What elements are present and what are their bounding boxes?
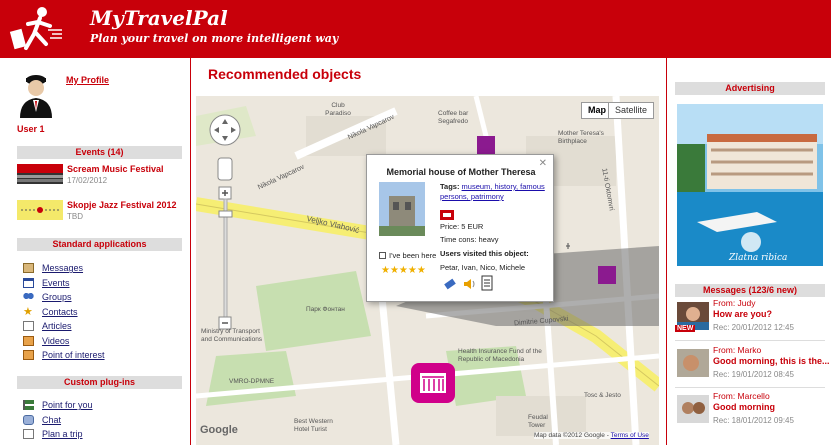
info-window-title: Memorial house of Mother Theresa	[386, 167, 536, 177]
standard-applications-heading: Standard applications	[17, 238, 182, 251]
message-item[interactable]: NEW From: Judy How are you? Rec: 20/01/2…	[675, 298, 831, 340]
message-item[interactable]: From: Marko Good morning, this is the...…	[675, 345, 831, 387]
map-label: Feudal Tower	[528, 414, 548, 429]
message-sender: From: Marko	[713, 345, 762, 355]
rating-stars[interactable]: ★★★★★	[381, 265, 426, 276]
svg-text:Zlatna ribica: Zlatna ribica	[728, 253, 787, 263]
map-label: Ministry of Transport and Communications	[201, 328, 263, 343]
object-time-cons: Time cons: heavy	[440, 235, 499, 244]
message-sender: From: Judy	[713, 298, 756, 308]
standard-applications-list: Messages Events Groups ★ Contacts Article…	[23, 261, 105, 363]
object-photo[interactable]	[379, 182, 425, 236]
map-label: Tosc & Jesto	[584, 392, 621, 399]
map-label: Mother Teresa's Birthplace	[558, 130, 604, 145]
users-visited-list: Petar, Ivan, Nico, Michele	[440, 263, 526, 272]
ticket-icon[interactable]	[443, 277, 457, 291]
event-thumbnail[interactable]	[17, 200, 63, 220]
sender-avatar[interactable]	[677, 395, 709, 423]
new-badge: NEW	[675, 325, 696, 332]
my-profile-link[interactable]: My Profile	[66, 75, 109, 85]
event-date: TBD	[67, 212, 83, 221]
custom-plugins-heading: Custom plug-ins	[17, 376, 182, 389]
users-visited-label: Users visited this object:	[440, 249, 529, 258]
gallery-icon[interactable]	[440, 210, 454, 220]
event-title[interactable]: Skopje Jazz Festival 2012	[67, 200, 177, 210]
map-type-satellite-button[interactable]: Satellite	[608, 102, 655, 119]
audio-icon[interactable]	[462, 277, 476, 291]
sender-avatar[interactable]	[677, 349, 709, 377]
info-window[interactable]: Memorial house of Mother Theresa ✕ Tags:…	[366, 154, 554, 302]
people-icon	[23, 292, 34, 303]
object-tags: Tags: museum, history, famous persons, p…	[440, 182, 545, 201]
signpost-icon	[23, 400, 34, 411]
map-view[interactable]: Club Paradiso Nikola Vapcarov Nikola Vap…	[196, 96, 659, 445]
sidebar-item-messages[interactable]: Messages	[23, 261, 105, 276]
event-title[interactable]: Scream Music Festival	[67, 164, 164, 174]
event-item[interactable]: Scream Music Festival 17/02/2012	[17, 164, 187, 188]
document-icon[interactable]	[481, 275, 493, 291]
custom-plugins-list: Point for you Chat Plan a trip	[23, 398, 93, 442]
event-item[interactable]: Skopje Jazz Festival 2012 TBD	[17, 200, 187, 224]
message-sender: From: Marcello	[713, 391, 770, 401]
plugin-item-point-for-you[interactable]: Point for you	[23, 398, 93, 413]
map-label: Club Paradiso	[325, 102, 351, 117]
object-price: Price: 5 EUR	[440, 222, 484, 231]
plugin-item-chat[interactable]: Chat	[23, 413, 93, 428]
calendar-icon	[23, 277, 34, 288]
message-subject[interactable]: How are you?	[713, 309, 772, 319]
sidebar-item-articles[interactable]: Articles	[23, 319, 105, 334]
page-title: Recommended objects	[208, 66, 362, 82]
map-label: Coffee bar Segafredo	[438, 110, 469, 125]
sidebar-item-events[interactable]: Events	[23, 276, 105, 291]
brand-name[interactable]: MyTravelPal	[90, 6, 228, 30]
traveler-logo-icon[interactable]	[6, 4, 66, 54]
google-logo[interactable]: Google	[200, 424, 238, 436]
event-thumbnail[interactable]	[17, 164, 63, 184]
map-label: Парк Фонтан	[306, 306, 345, 313]
message-item[interactable]: From: Marcello Good morning Rec: 18/01/2…	[675, 391, 831, 433]
message-date: Rec: 18/01/2012 09:45	[713, 416, 794, 425]
plugin-item-plan-a-trip[interactable]: Plan a trip	[23, 427, 93, 442]
envelope-icon	[23, 263, 34, 274]
film-icon	[23, 335, 34, 346]
map-label: Best Western Hotel Turist	[294, 418, 333, 433]
sidebar-item-groups[interactable]: Groups	[23, 290, 105, 305]
user-avatar[interactable]	[18, 70, 54, 118]
terms-of-use-link[interactable]: Terms of Use	[611, 432, 649, 439]
app-header: MyTravelPal Plan your travel on more int…	[0, 0, 831, 58]
divider	[675, 340, 825, 341]
map-label: VMRO-DPMNE	[229, 378, 275, 385]
message-subject[interactable]: Good morning	[713, 402, 775, 412]
left-sidebar: My Profile User 1 Events (14) Scream Mus…	[0, 58, 190, 445]
poi-icon	[23, 350, 34, 361]
message-date: Rec: 19/01/2012 08:45	[713, 370, 794, 379]
chat-icon	[23, 414, 34, 425]
event-date: 17/02/2012	[67, 176, 108, 185]
map-label: Health Insurance Fund of the Republic of…	[458, 348, 542, 363]
message-date: Rec: 20/01/2012 12:45	[713, 323, 794, 332]
sidebar-item-contacts[interactable]: ★ Contacts	[23, 305, 105, 320]
sidebar-item-videos[interactable]: Videos	[23, 334, 105, 349]
user-name: User 1	[17, 124, 45, 134]
divider	[675, 387, 825, 388]
brand-tagline: Plan your travel on more intelligent way	[90, 32, 339, 45]
star-contact-icon: ★	[23, 305, 33, 318]
checkbox[interactable]	[379, 252, 386, 259]
main-content: Recommended objects Club Paradiso Nikola…	[191, 58, 666, 445]
advertising-heading: Advertising	[675, 82, 825, 95]
ive-been-here-checkbox[interactable]: I've been here	[379, 251, 436, 260]
advertising-image[interactable]: Zlatna ribica	[677, 104, 823, 266]
close-icon[interactable]: ✕	[539, 158, 547, 169]
right-sidebar: Advertising Zlatna ribica Messages (123/…	[667, 58, 831, 445]
map-attribution: Map data ©2012 Google - Terms of Use	[534, 432, 649, 439]
events-heading[interactable]: Events (14)	[17, 146, 182, 159]
message-subject[interactable]: Good morning, this is the...	[713, 356, 830, 366]
messages-heading[interactable]: Messages (123/6 new)	[675, 284, 825, 297]
sidebar-item-point-of-interest[interactable]: Point of interest	[23, 348, 105, 363]
trip-icon	[23, 429, 34, 440]
document-icon	[23, 321, 34, 332]
